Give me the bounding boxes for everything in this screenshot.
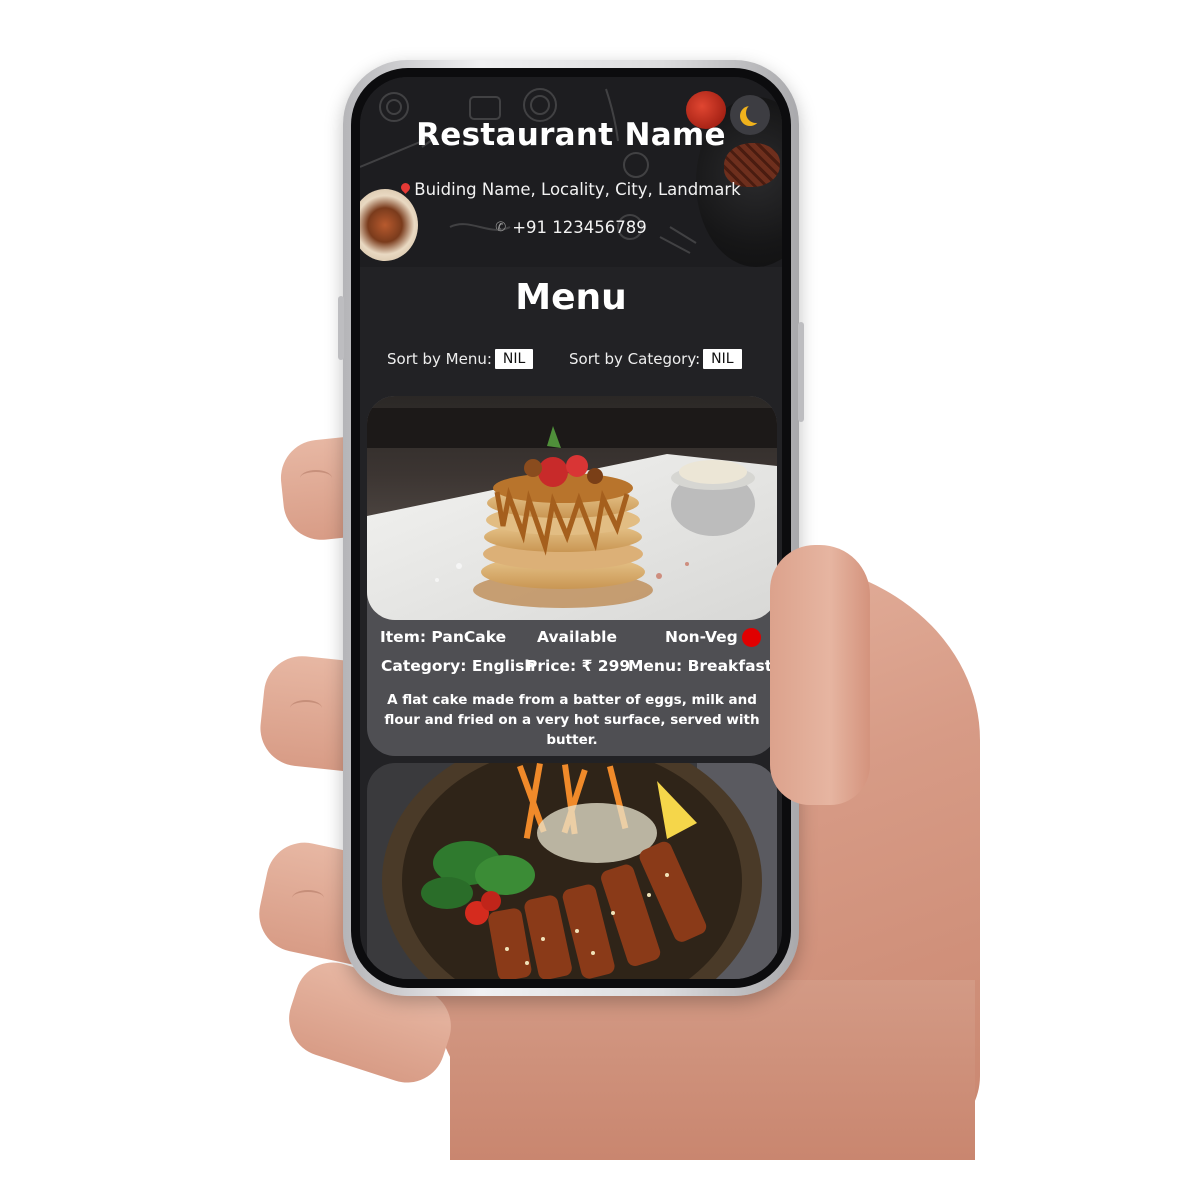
- sort-by-menu-select[interactable]: NIL: [494, 349, 534, 369]
- pancake-image: [367, 396, 777, 620]
- chicken-salad-image: [367, 763, 777, 979]
- restaurant-header: Restaurant Name Buiding Name, Locality, …: [360, 77, 782, 267]
- sort-by-category-select[interactable]: NIL: [703, 349, 742, 369]
- menu-item-card[interactable]: [367, 763, 777, 979]
- phone-screen: Restaurant Name Buiding Name, Locality, …: [360, 77, 782, 979]
- restaurant-phone[interactable]: ✆ +91 123456789: [360, 218, 782, 237]
- item-type-label: Non-Veg: [665, 628, 738, 646]
- menu-title: Menu: [515, 277, 627, 318]
- item-availability: Available: [537, 628, 618, 646]
- sort-by-category-label: Sort by Category:: [569, 350, 701, 368]
- phone-volume-button: [338, 296, 344, 360]
- sort-by-menu-filter: Sort by Menu: NIL: [387, 349, 534, 369]
- address-text: Buiding Name, Locality, City, Landmark: [414, 180, 741, 199]
- hand-thumb: [770, 545, 870, 805]
- restaurant-address: Buiding Name, Locality, City, Landmark: [360, 180, 782, 199]
- hand-knuckle: [290, 700, 322, 716]
- sort-by-menu-label: Sort by Menu:: [387, 350, 492, 368]
- phone-frame: Restaurant Name Buiding Name, Locality, …: [338, 60, 804, 996]
- mockup-stage: Restaurant Name Buiding Name, Locality, …: [0, 0, 1200, 1200]
- hand-wrist: [450, 980, 975, 1160]
- restaurant-name: Restaurant Name: [416, 117, 726, 153]
- phone-number-text: +91 123456789: [512, 218, 647, 237]
- menu-item-details: Item: PanCake Available Non-Veg Category…: [367, 620, 777, 756]
- phone-icon: ✆: [495, 219, 507, 235]
- item-description: A flat cake made from a batter of eggs, …: [384, 692, 760, 748]
- phone-power-button: [798, 322, 804, 422]
- phone-bezel: Restaurant Name Buiding Name, Locality, …: [351, 68, 791, 988]
- menu-item-card[interactable]: Item: PanCake Available Non-Veg Category…: [367, 396, 777, 756]
- sort-by-category-filter: Sort by Category: NIL: [569, 349, 742, 369]
- item-name: Item: PanCake: [380, 628, 507, 646]
- hand-knuckle: [300, 470, 332, 486]
- item-category: Category: English: [381, 657, 536, 675]
- map-pin-icon: [399, 181, 413, 194]
- red-dot-icon: [741, 628, 761, 647]
- item-price: Price: ₹ 299: [526, 657, 631, 675]
- item-menu: Menu: Breakfast: [628, 657, 773, 675]
- hand-knuckle: [292, 890, 324, 906]
- item-type: Non-Veg: [665, 628, 761, 647]
